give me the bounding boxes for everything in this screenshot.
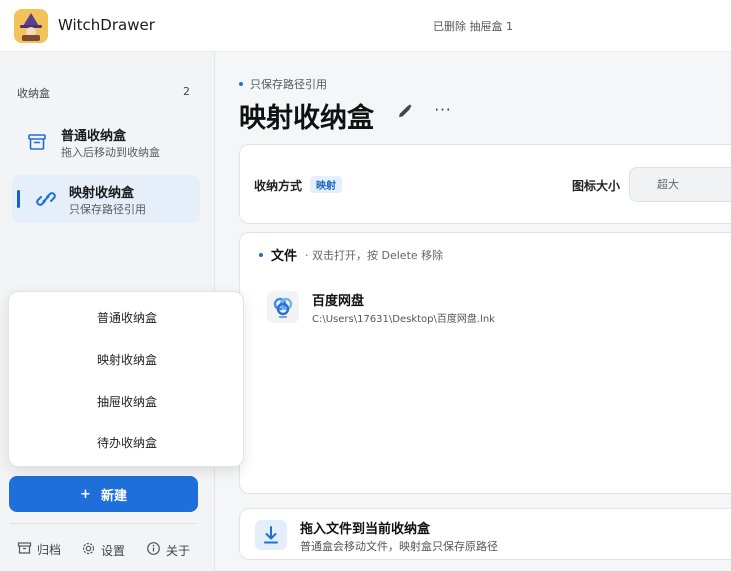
sidebar-item-normal-box[interactable]: 普通收纳盒 拖入后移动到收纳盒 [12, 118, 200, 166]
file-path: C:\Users\17631\Desktop\百度网盘.lnk [312, 314, 495, 325]
main-content: 只保存路径引用 映射收纳盒 ··· 收纳方式 映射 图标大小 超大 文件 · 双… [215, 52, 731, 571]
mode-label: 收纳方式 [254, 179, 303, 193]
sidebar-header-label: 收纳盒 [17, 87, 50, 100]
sidebar-header-count: 2 [183, 85, 190, 98]
gear-icon [81, 541, 96, 559]
active-indicator [17, 190, 20, 208]
new-button[interactable]: + 新建 [9, 476, 198, 512]
new-box-menu: 普通收纳盒 映射收纳盒 抽屉收纳盒 待办收纳盒 [8, 291, 244, 467]
files-card: 文件 · 双击打开，按 Delete 移除 百度网盘 C:\Users\1763… [239, 232, 731, 494]
mode-badge: 映射 [310, 176, 342, 193]
icon-size-label: 图标大小 [572, 179, 621, 193]
bullet-dot [239, 82, 243, 86]
page-title: 映射收纳盒 [239, 103, 374, 134]
files-header: 文件 · 双击打开，按 Delete 移除 [259, 245, 443, 264]
edit-icon[interactable] [395, 102, 415, 122]
drop-zone-title: 拖入文件到当前收纳盒 [300, 522, 431, 537]
plus-icon: + [80, 486, 91, 502]
breadcrumb-text: 只保存路径引用 [250, 78, 327, 91]
bullet-dot [259, 252, 263, 257]
link-icon [34, 187, 60, 211]
drop-zone-hint: 普通盒会移动文件，映射盒只保存原路径 [300, 540, 498, 553]
divider [10, 523, 196, 524]
files-hint: · 双击打开，按 Delete 移除 [305, 248, 444, 262]
sidebar-item-subtitle: 只保存路径引用 [69, 203, 146, 216]
status-text: 已删除 抽屉盒 1 [433, 20, 513, 33]
app-logo-icon [14, 9, 48, 43]
app-name: WitchDrawer [58, 16, 155, 34]
archive-box-icon [24, 130, 50, 154]
info-icon [146, 541, 161, 559]
settings-label: 设置 [101, 543, 126, 558]
baidu-netdisk-icon [267, 291, 299, 323]
archive-button[interactable]: 归档 [17, 541, 61, 558]
download-icon [255, 520, 287, 550]
sidebar-item-mapping-box[interactable]: 映射收纳盒 只保存路径引用 [12, 175, 200, 223]
menu-item-mapping-box[interactable]: 映射收纳盒 [9, 346, 245, 374]
about-label: 关于 [166, 543, 191, 558]
new-button-label: 新建 [100, 488, 127, 504]
files-title: 文件 [271, 249, 298, 264]
menu-item-normal-box[interactable]: 普通收纳盒 [9, 304, 245, 332]
about-button[interactable]: 关于 [146, 541, 190, 559]
file-name: 百度网盘 [312, 294, 365, 309]
sidebar-item-title: 普通收纳盒 [61, 129, 127, 144]
icon-size-select[interactable]: 超大 [629, 167, 731, 202]
breadcrumb: 只保存路径引用 [239, 76, 327, 92]
drop-zone[interactable]: 拖入文件到当前收纳盒 普通盒会移动文件，映射盒只保存原路径 [239, 508, 731, 560]
sidebar-item-subtitle: 拖入后移动到收纳盒 [61, 146, 160, 159]
menu-item-drawer-box[interactable]: 抽屉收纳盒 [9, 388, 245, 416]
file-item[interactable]: 百度网盘 C:\Users\17631\Desktop\百度网盘.lnk [267, 289, 727, 325]
more-options-icon[interactable]: ··· [433, 100, 453, 120]
archive-label: 归档 [37, 543, 62, 557]
title-bar: WitchDrawer 已删除 抽屉盒 1 [0, 0, 731, 52]
archive-icon [17, 541, 32, 558]
settings-card: 收纳方式 映射 图标大小 超大 [239, 144, 731, 224]
menu-item-todo-box[interactable]: 待办收纳盒 [9, 429, 245, 457]
settings-button[interactable]: 设置 [81, 541, 125, 559]
sidebar-item-title: 映射收纳盒 [69, 186, 135, 201]
